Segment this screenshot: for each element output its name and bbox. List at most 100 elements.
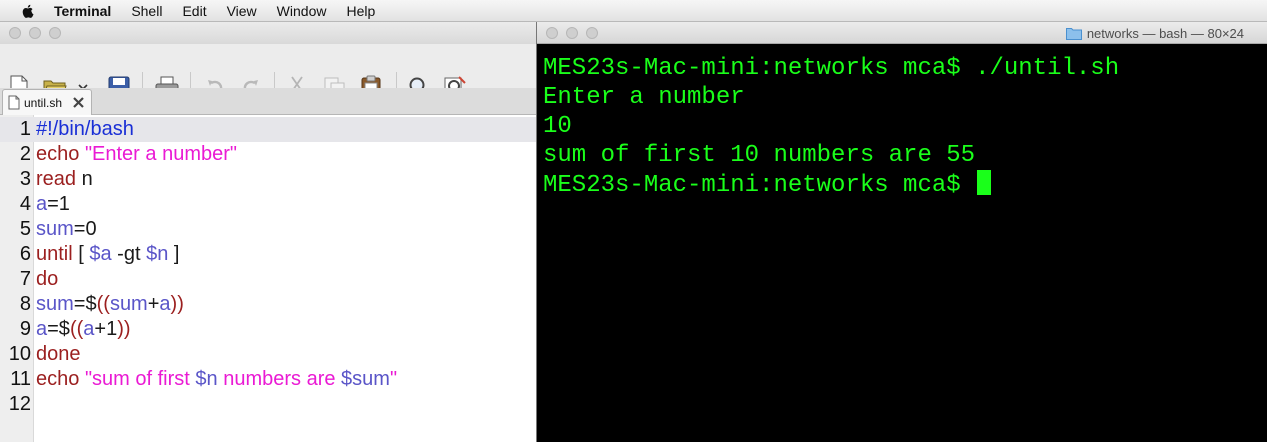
- code-token: a: [159, 293, 171, 315]
- terminal-line: Enter a number: [543, 84, 745, 111]
- code-line[interactable]: 12: [0, 392, 536, 417]
- code-token: $n: [146, 243, 169, 265]
- code-token: +1: [94, 318, 118, 340]
- line-number: 7: [19, 268, 31, 290]
- minimize-window-button[interactable]: [29, 27, 41, 39]
- line-number: 1: [19, 118, 31, 140]
- tab-label: until.sh: [24, 95, 63, 110]
- code-token: ((: [96, 293, 110, 315]
- code-line[interactable]: 7 do: [0, 267, 536, 292]
- menu-shell[interactable]: Shell: [131, 3, 162, 19]
- code-token: $a: [89, 243, 112, 265]
- code-token: [: [72, 243, 90, 265]
- minimize-window-button[interactable]: [566, 27, 578, 39]
- terminal-title-text: networks — bash — 80×24: [1086, 25, 1244, 41]
- code-token: echo: [36, 143, 80, 165]
- code-token: n: [76, 168, 93, 190]
- code-token: $sum: [341, 368, 390, 390]
- code-line[interactable]: 6 until [ $a -gt $n ]: [0, 242, 536, 267]
- line-number: 2: [19, 143, 31, 165]
- terminal-titlebar: networks — bash — 80×24: [537, 22, 1267, 44]
- code-text: sum=$((sum+a)): [36, 292, 184, 317]
- document-icon: [8, 95, 20, 110]
- line-number: 4: [19, 193, 31, 215]
- terminal-prompt-line: MES23s-Mac-mini:networks mca$: [543, 170, 992, 199]
- menu-window[interactable]: Window: [277, 3, 327, 19]
- code-line[interactable]: 8 sum=$((sum+a)): [0, 292, 536, 317]
- terminal-cursor: [977, 170, 992, 195]
- code-token: =$: [73, 293, 97, 315]
- code-text: echo "Enter a number": [36, 142, 237, 167]
- code-line[interactable]: 1 #!/bin/bash: [0, 117, 536, 142]
- line-number: 10: [8, 343, 31, 365]
- tab-until-sh[interactable]: until.sh: [2, 89, 92, 115]
- line-number: 9: [19, 318, 31, 340]
- terminal-line: 10: [543, 113, 572, 140]
- close-window-button[interactable]: [9, 27, 21, 39]
- code-token: sum: [36, 293, 74, 315]
- code-token: =$: [47, 318, 70, 340]
- menu-edit[interactable]: Edit: [182, 3, 206, 19]
- code-token: "Enter a number": [84, 143, 237, 165]
- code-token: a: [83, 318, 95, 340]
- code-token: do: [36, 268, 59, 290]
- code-text: until [ $a -gt $n ]: [36, 242, 179, 267]
- line-number: 6: [19, 243, 31, 265]
- code-line[interactable]: 5 sum=0: [0, 217, 536, 242]
- terminal-line: sum of first 10 numbers are 55: [543, 142, 976, 169]
- code-token: #!/bin/bash: [36, 118, 134, 140]
- code-text: a=1: [36, 192, 70, 217]
- code-token: =0: [73, 218, 97, 240]
- code-token: until: [36, 243, 73, 265]
- code-token: )): [117, 318, 131, 340]
- code-token: numbers are: [217, 368, 342, 390]
- code-editor[interactable]: 1 #!/bin/bash 2 echo "Enter a number" 3 read …: [0, 115, 536, 442]
- menu-view[interactable]: View: [227, 3, 257, 19]
- zoom-window-button[interactable]: [586, 27, 598, 39]
- line-number: 5: [19, 218, 31, 240]
- code-line[interactable]: 11 echo "sum of first $n numbers are $sum…: [0, 367, 536, 392]
- folder-icon: [1065, 27, 1082, 40]
- code-token: ]: [168, 243, 180, 265]
- apple-icon[interactable]: [20, 3, 36, 19]
- code-token: "sum of first: [84, 368, 196, 390]
- code-token: -gt: [111, 243, 147, 265]
- terminal-window: networks — bash — 80×24 MES23s-Mac-mini:…: [536, 22, 1267, 442]
- code-token: sum: [36, 218, 74, 240]
- menu-bar: Terminal Shell Edit View Window Help: [0, 0, 1267, 22]
- line-number: 11: [10, 368, 31, 390]
- menu-terminal[interactable]: Terminal: [54, 3, 111, 19]
- line-number: 8: [19, 293, 31, 315]
- code-line[interactable]: 4 a=1: [0, 192, 536, 217]
- terminal-prompt: MES23s-Mac-mini:networks mca$: [543, 172, 976, 199]
- close-tab-icon[interactable]: [72, 96, 85, 109]
- code-line[interactable]: 2 echo "Enter a number": [0, 142, 536, 167]
- code-token: sum: [109, 293, 148, 315]
- line-number: 3: [19, 168, 31, 190]
- code-token: )): [170, 293, 184, 315]
- code-text: #!/bin/bash: [36, 117, 134, 142]
- code-line[interactable]: 9 a=$((a+1)): [0, 317, 536, 342]
- code-text: do: [36, 267, 58, 292]
- code-token: ": [389, 368, 398, 390]
- code-token: echo: [36, 368, 80, 390]
- terminal-title: networks — bash — 80×24: [1065, 25, 1244, 41]
- code-token: +: [147, 293, 160, 315]
- code-text: read n: [36, 167, 93, 192]
- zoom-window-button[interactable]: [49, 27, 61, 39]
- code-line[interactable]: 3 read n: [0, 167, 536, 192]
- editor-titlebar: [0, 22, 536, 44]
- code-token: a: [36, 193, 48, 215]
- code-text: a=$((a+1)): [36, 317, 131, 342]
- editor-window: until.sh 1 #!/bin/bash 2 echo "Enter a numb…: [0, 22, 536, 442]
- code-line[interactable]: 10 done: [0, 342, 536, 367]
- menu-help[interactable]: Help: [346, 3, 375, 19]
- terminal-line: MES23s-Mac-mini:networks mca$ ./until.sh: [543, 55, 1120, 82]
- editor-tab-bar: until.sh: [0, 88, 536, 115]
- code-token: =1: [47, 193, 70, 215]
- code-text: done: [36, 342, 81, 367]
- terminal-output[interactable]: MES23s-Mac-mini:networks mca$ ./until.sh…: [537, 44, 1267, 442]
- code-text: sum=0: [36, 217, 97, 242]
- code-text: echo "sum of first $n numbers are $sum": [36, 367, 397, 392]
- close-window-button[interactable]: [546, 27, 558, 39]
